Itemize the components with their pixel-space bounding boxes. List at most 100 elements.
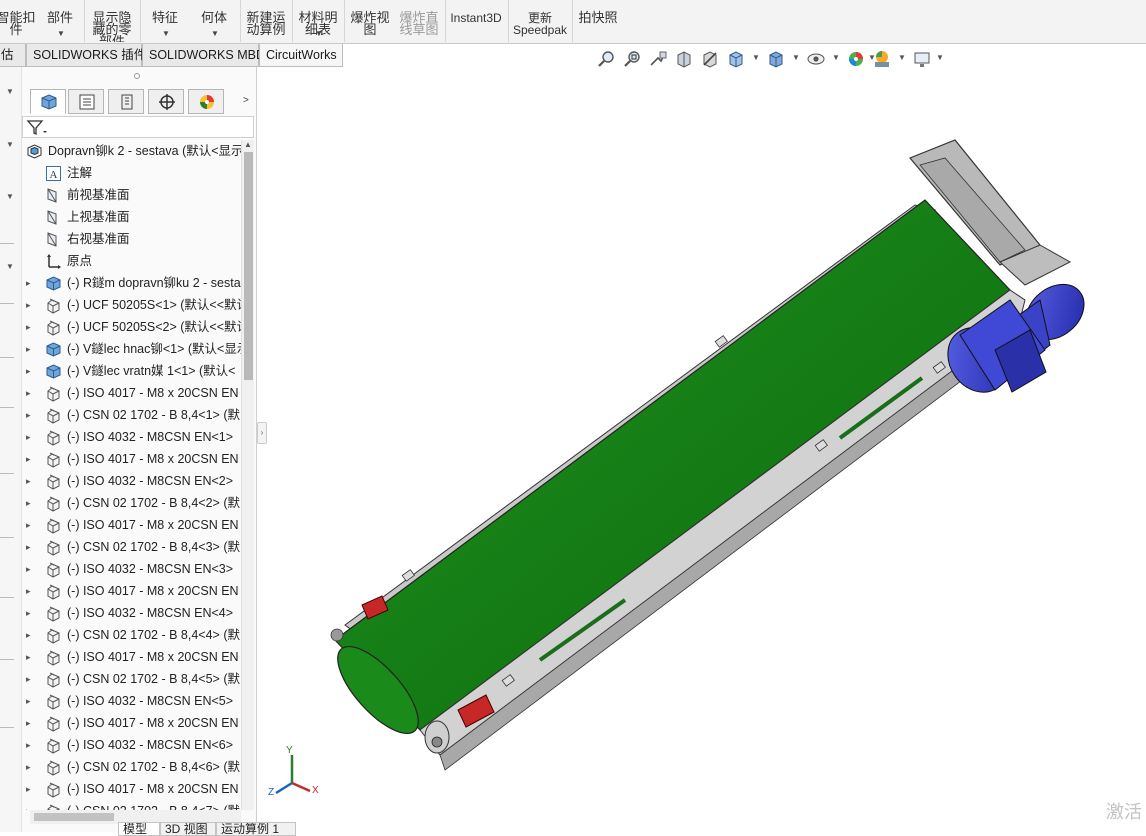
display-style-icon[interactable] [766,49,786,69]
scrollbar-thumb[interactable] [244,152,253,380]
tree-node[interactable]: ▸ (-) CSN 02 1702 - B 8,4<7> (默 [22,800,241,810]
tree-node[interactable]: 前视基准面 [22,184,241,206]
tree-node[interactable]: ▸ (-) ISO 4032 - M8CSN EN<3> [22,558,241,580]
chevron-right-icon[interactable]: ▸ [26,778,31,800]
chevron-up-icon[interactable]: ▲ [244,140,252,149]
chevron-down-icon[interactable]: ▼ [792,53,800,62]
tab-model[interactable]: 模型 [118,822,160,836]
chevron-right-icon[interactable]: ▸ [26,404,31,426]
chevron-down-icon[interactable]: ▼ [6,87,14,96]
tab-display-manager[interactable] [188,89,224,114]
reference-geometry-button[interactable]: 何体 ▼ [196,0,232,42]
chevron-down-icon[interactable]: ▼ [162,28,170,40]
chevron-right-icon[interactable]: ▸ [26,448,31,470]
tree-node[interactable]: ▸ (-) ISO 4032 - M8CSN EN<6> [22,734,241,756]
tree-node[interactable]: ▸ (-) CSN 02 1702 - B 8,4<2> (默 [22,492,241,514]
tab-dimxpert-manager[interactable] [148,89,184,114]
view-orientation-icon[interactable] [726,49,746,69]
panel-grip[interactable] [134,73,140,79]
tree-node[interactable]: ▸ (-) ISO 4017 - M8 x 20CSN EN [22,778,241,800]
chevron-down-icon[interactable]: ▼ [898,53,906,62]
scrollbar-thumb[interactable] [34,813,114,821]
chevron-down-icon[interactable]: ▼ [315,28,323,40]
tree-node[interactable]: ▾Dopravn铆k 2 - sestava (默认<显示 [22,140,241,162]
chevron-down-icon[interactable]: ▼ [57,28,65,40]
tree-node[interactable]: ▸ (-) ISO 4032 - M8CSN EN<4> [22,602,241,624]
tab-configuration-manager[interactable] [108,89,144,114]
chevron-right-icon[interactable]: ▸ [26,580,31,602]
tab-solidworks-mbd[interactable]: SOLIDWORKS MBD [142,44,265,67]
explode-line-sketch-button[interactable]: 爆炸直 线草图 [396,0,442,42]
bill-of-materials-button[interactable]: 材料明 细表 ▼ [296,0,340,42]
chevron-right-icon[interactable]: ▸ [26,338,31,360]
chevron-right-icon[interactable]: ▸ [26,646,31,668]
chevron-right-icon[interactable]: ▸ [26,602,31,624]
tree-node[interactable]: ▸ (-) ISO 4032 - M8CSN EN<2> [22,470,241,492]
chevron-right-icon[interactable]: ▸ [26,558,31,580]
instant3d-button[interactable]: Instant3D [448,0,504,42]
chevron-right-icon[interactable]: ▸ [26,360,31,382]
zoom-area-icon[interactable] [622,49,642,69]
chevron-right-icon[interactable]: ▸ [26,536,31,558]
chevron-right-icon[interactable]: ▸ [26,272,31,294]
tab-solidworks-addins[interactable]: SOLIDWORKS 插件 [26,44,146,67]
components-button[interactable]: 部件 ▼ [42,0,78,42]
take-snapshot-button[interactable]: 拍快照 [576,0,620,42]
tree-node[interactable]: ▸ (-) ISO 4017 - M8 x 20CSN EN [22,448,241,470]
chevron-right-icon[interactable]: ▸ [26,734,31,756]
tab-3d-views[interactable]: 3D 视图 [160,822,216,836]
chevron-right-icon[interactable]: ▸ [26,690,31,712]
smart-fasteners-button[interactable]: 智能扣 件 [0,0,36,42]
chevron-right-icon[interactable]: ▸ [26,514,31,536]
tree-node[interactable]: ▸ (-) ISO 4017 - M8 x 20CSN EN [22,382,241,404]
tab-circuitworks[interactable]: CircuitWorks [259,44,343,67]
chevron-down-icon[interactable]: ▼ [6,262,14,271]
tree-node[interactable]: 上视基准面 [22,206,241,228]
tab-property-manager[interactable] [68,89,104,114]
tree-node[interactable]: 原点 [22,250,241,272]
tree-node[interactable]: ▸ (-) CSN 02 1702 - B 8,4<1> (默 [22,404,241,426]
chevron-right-icon[interactable]: ▸ [26,624,31,646]
tree-node[interactable]: ▸ (-) UCF 50205S<2> (默认<<默认 [22,316,241,338]
chevron-down-icon[interactable]: ▼ [832,53,840,62]
graphics-area[interactable]: Y X Z 激活 [260,67,1146,832]
edit-appearance-icon[interactable] [846,49,866,69]
chevron-right-icon[interactable]: ▸ [26,426,31,448]
chevron-down-icon[interactable]: ▼ [936,53,944,62]
conveyor-3d-model[interactable] [260,67,1146,832]
chevron-down-icon[interactable]: ▼ [6,192,14,201]
chevron-down-icon[interactable]: ▼ [752,53,760,62]
chevron-right-icon[interactable]: ▸ [26,800,31,810]
tree-node[interactable]: ▸ (-) ISO 4017 - M8 x 20CSN EN [22,646,241,668]
tab-evaluate[interactable]: 估 [0,44,26,67]
exploded-view-button[interactable]: 爆炸视 图 [348,0,392,42]
tree-node[interactable]: ▸ (-) ISO 4017 - M8 x 20CSN EN [22,580,241,602]
tree-vertical-scrollbar[interactable]: ▲ [241,140,254,810]
tree-node[interactable]: ▸ (-) CSN 02 1702 - B 8,4<3> (默 [22,536,241,558]
dynamic-annotation-icon[interactable] [700,49,720,69]
tree-node[interactable]: 右视基准面 [22,228,241,250]
chevron-right-icon[interactable]: ▸ [26,470,31,492]
chevron-right-icon[interactable]: ▸ [26,316,31,338]
chevron-down-icon[interactable]: ▼ [211,28,219,40]
chevron-right-icon[interactable]: ▸ [26,668,31,690]
previous-view-icon[interactable] [648,49,668,69]
tree-node[interactable]: ▸ (-) CSN 02 1702 - B 8,4<5> (默 [22,668,241,690]
chevron-right-icon[interactable]: ▸ [26,756,31,778]
tree-node[interactable]: ▸ (-) CSN 02 1702 - B 8,4<4> (默 [22,624,241,646]
chevron-right-icon[interactable]: ▸ [26,712,31,734]
chevron-right-icon[interactable]: ▸ [26,294,31,316]
tree-node[interactable]: A 注解 [22,162,241,184]
hide-show-items-icon[interactable] [806,49,826,69]
section-view-icon[interactable] [674,49,694,69]
tree-filter-bar[interactable] [22,116,254,138]
tree-node[interactable]: ▸ (-) UCF 50205S<1> (默认<<默认 [22,294,241,316]
tree-node[interactable]: ▸ (-) V鐩lec hnac铆<1> (默认<显示 [22,338,241,360]
chevron-right-icon[interactable]: > [243,95,249,106]
show-hidden-components-button[interactable]: 显示隐 藏的零 部件 [88,0,136,42]
view-settings-icon[interactable] [912,49,932,69]
update-speedpak-button[interactable]: 更新 Speedpak [510,0,570,42]
assembly-features-button[interactable]: 特征 ▼ [146,0,184,42]
apply-scene-icon[interactable] [872,49,892,69]
tree-node[interactable]: ▸ (-) ISO 4032 - M8CSN EN<1> [22,426,241,448]
